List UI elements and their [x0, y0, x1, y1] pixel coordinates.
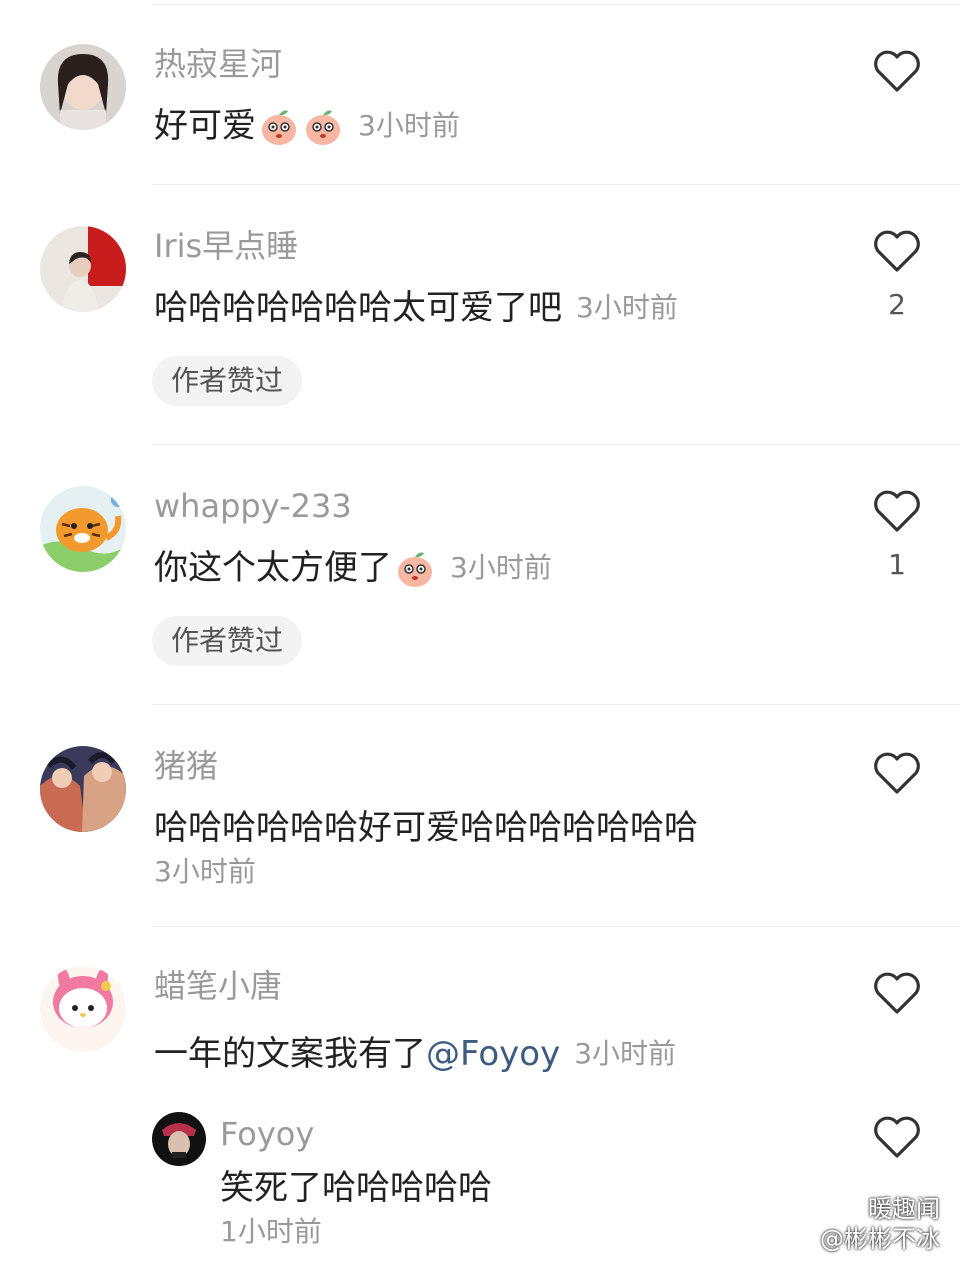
comment-time: 3小时前 — [154, 855, 256, 888]
divider — [152, 444, 960, 445]
author-liked-badge: 作者赞过 — [152, 616, 302, 666]
author-liked-badge: 作者赞过 — [152, 356, 302, 406]
wechat-icon — [831, 1198, 862, 1220]
peach-emoji — [398, 552, 432, 587]
avatar[interactable] — [40, 966, 126, 1052]
watermark-row: 暖趣闻 — [782, 1194, 940, 1224]
comment-text: 好可爱 — [154, 106, 256, 146]
avatar[interactable] — [40, 226, 126, 312]
reply-avatar[interactable] — [152, 1112, 206, 1166]
comment-time: 3小时前 — [576, 291, 678, 324]
divider — [152, 926, 960, 927]
weibo-icon — [784, 1229, 813, 1250]
comment-time: 3小时前 — [450, 551, 552, 584]
comment-text: 哈哈哈哈哈哈哈太可爱了吧 — [154, 288, 562, 328]
comment-text-row: 哈哈哈哈哈哈哈太可爱了吧 3小时前 — [154, 286, 678, 330]
like-count: 1 — [888, 548, 906, 581]
peach-emoji — [306, 110, 340, 145]
comment-text: 你这个太方便了 — [154, 548, 392, 588]
peach-emoji — [262, 110, 296, 145]
avatar[interactable] — [40, 746, 126, 832]
divider — [152, 184, 960, 185]
comment-time: 3小时前 — [358, 109, 460, 142]
comment-username[interactable]: 蜡笔小唐 — [154, 966, 282, 1006]
heart-outline-icon[interactable] — [872, 48, 922, 94]
comment-text: 一年的文案我有了 — [154, 1034, 426, 1074]
watermark-line1: 暖趣闻 — [868, 1195, 940, 1223]
mention-link[interactable]: @Foyoy — [426, 1032, 560, 1076]
watermark-row: @彬彬不冰 — [782, 1224, 940, 1254]
reply-time: 1小时前 — [220, 1215, 322, 1248]
comment-username[interactable]: whappy-233 — [154, 486, 352, 526]
like-count: 2 — [888, 288, 906, 321]
watermark: 暖趣闻 @彬彬不冰 — [782, 1194, 940, 1254]
reply-username[interactable]: Foyoy — [220, 1114, 314, 1154]
comment-text-row: 好可爱 3小时前 — [154, 104, 460, 148]
comment-username[interactable]: 热寂星河 — [154, 44, 282, 84]
comment-text-row: 一年的文案我有了 @Foyoy 3小时前 — [154, 1032, 676, 1076]
comment-username[interactable]: 猪猪 — [154, 746, 218, 786]
comment-text: 哈哈哈哈哈哈好可爱哈哈哈哈哈哈哈 — [154, 808, 698, 848]
heart-outline-icon[interactable] — [872, 488, 922, 534]
comment-text-row: 哈哈哈哈哈哈好可爱哈哈哈哈哈哈哈 — [154, 806, 698, 850]
comment-text-row: 你这个太方便了 3小时前 — [154, 546, 552, 590]
heart-outline-icon[interactable] — [872, 750, 922, 796]
heart-outline-icon[interactable] — [872, 228, 922, 274]
watermark-line2: @彬彬不冰 — [820, 1225, 940, 1253]
comment-username[interactable]: Iris早点睡 — [154, 226, 298, 266]
divider — [152, 4, 960, 5]
avatar[interactable] — [40, 486, 126, 572]
avatar[interactable] — [40, 44, 126, 130]
divider — [152, 704, 960, 705]
reply-text: 笑死了哈哈哈哈哈 — [220, 1168, 492, 1208]
comment-time: 3小时前 — [574, 1037, 677, 1070]
reply-text-row: 笑死了哈哈哈哈哈 — [220, 1166, 492, 1210]
heart-outline-icon[interactable] — [872, 970, 922, 1016]
heart-outline-icon[interactable] — [872, 1114, 922, 1160]
